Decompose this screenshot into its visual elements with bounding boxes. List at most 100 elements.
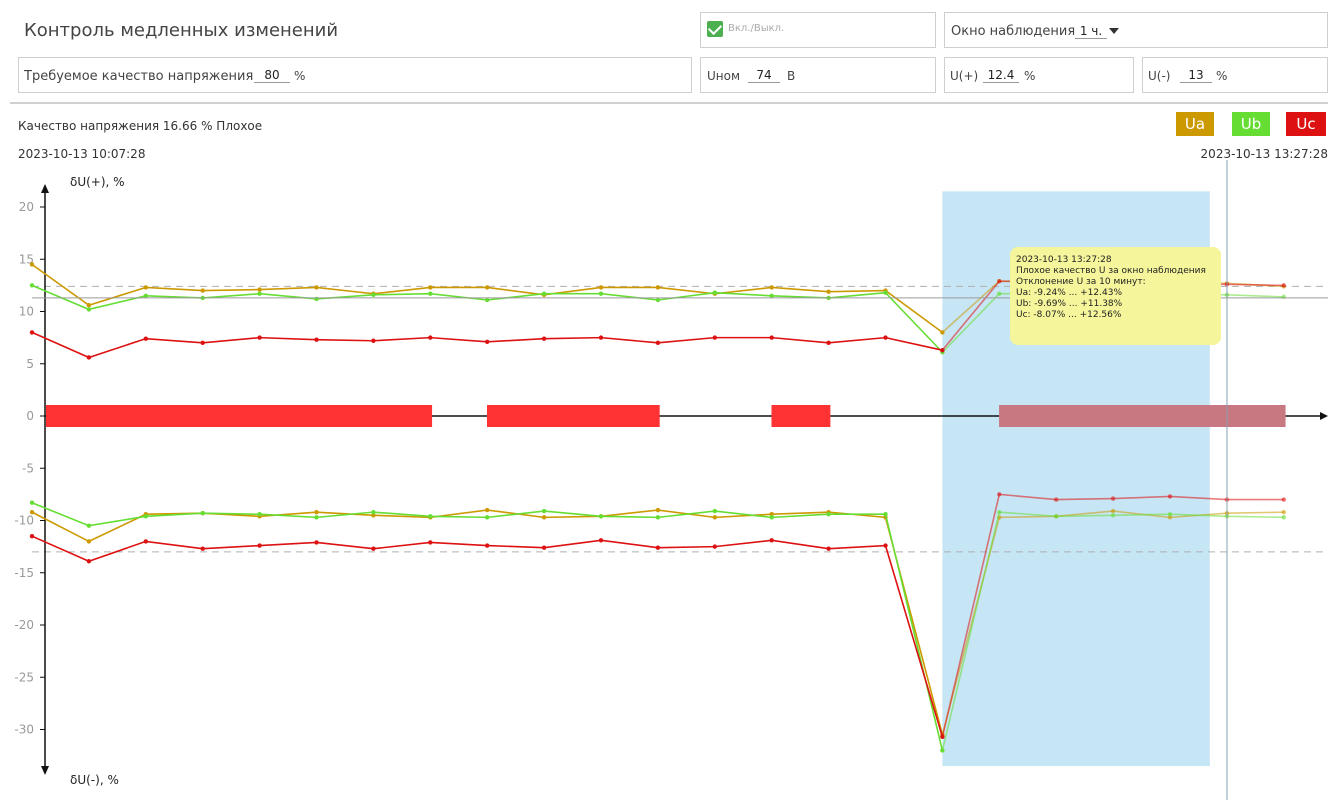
data-point — [86, 539, 92, 544]
data-point — [143, 285, 148, 290]
data-point — [940, 330, 945, 335]
divider — [10, 102, 1328, 104]
quality-status: Качество напряжения 16.66 % Плохое — [18, 119, 263, 133]
uplus-input[interactable]: 12.4 — [983, 68, 1019, 83]
data-point — [883, 335, 888, 340]
data-point — [1281, 509, 1287, 515]
data-point — [86, 307, 92, 312]
data-point — [485, 543, 490, 548]
data-point — [485, 285, 490, 290]
y-tick-label: -20 — [14, 618, 34, 632]
bad-quality-segment — [771, 405, 831, 427]
data-point — [655, 507, 661, 513]
data-point — [1281, 283, 1287, 288]
data-point — [257, 335, 262, 340]
data-point — [598, 514, 604, 519]
data-point — [826, 512, 831, 517]
series-line-uc — [31, 331, 943, 359]
y-tick-label: -10 — [14, 514, 34, 528]
uminus-label: U(-) — [1148, 69, 1171, 83]
data-point — [940, 748, 945, 753]
data-point — [428, 335, 433, 340]
bad-quality-segment — [999, 405, 1286, 427]
data-point — [1281, 515, 1287, 520]
data-point — [371, 338, 376, 343]
data-point — [200, 288, 205, 293]
data-point — [769, 515, 774, 520]
data-point — [598, 538, 604, 543]
data-point — [655, 515, 661, 520]
legend-ub-button[interactable]: Ub — [1232, 112, 1270, 136]
data-point — [712, 335, 717, 340]
y-tick-label: 0 — [26, 409, 34, 423]
time-start: 2023-10-13 10:07:28 — [18, 147, 146, 161]
y-tick-label: -5 — [22, 461, 34, 475]
y-axis-arrow-bottom — [41, 766, 49, 775]
data-point — [997, 509, 1002, 515]
data-point — [371, 546, 376, 551]
bad-quality-segment — [486, 405, 660, 427]
data-point — [29, 283, 35, 288]
chevron-down-icon[interactable] — [1109, 28, 1119, 34]
data-point — [769, 538, 774, 543]
unom-input[interactable]: 74 — [748, 68, 780, 83]
legend-ua-button[interactable]: Ua — [1176, 112, 1214, 136]
data-point — [826, 289, 831, 294]
data-point — [598, 285, 604, 290]
data-point — [598, 291, 604, 296]
window-value[interactable]: 1 ч. — [1075, 24, 1107, 39]
data-point — [997, 291, 1002, 296]
data-point — [29, 533, 35, 539]
uplus-unit: % — [1024, 69, 1036, 83]
y-axis-arrow-top — [41, 184, 49, 193]
data-point — [86, 559, 92, 564]
data-point — [997, 278, 1002, 284]
data-point — [371, 292, 376, 297]
data-point — [200, 546, 205, 551]
unom-label: Uном — [707, 69, 741, 83]
data-point — [712, 508, 717, 514]
data-point — [541, 336, 547, 341]
data-point — [428, 285, 433, 290]
unom-unit: В — [787, 69, 796, 83]
uminus-unit: % — [1216, 69, 1228, 83]
page-title: Контроль медленных изменений — [24, 20, 339, 41]
data-point — [143, 293, 148, 299]
quality-unit: % — [294, 69, 306, 83]
data-point — [314, 540, 319, 545]
tooltip-line: Ub: -9.69% ... +11.38% — [1016, 299, 1123, 309]
checkbox-icon[interactable] — [707, 21, 723, 37]
data-point — [826, 340, 831, 346]
data-point — [314, 285, 319, 290]
y-tick-label: 10 — [19, 305, 34, 319]
legend-uc-button[interactable]: Uc — [1286, 112, 1326, 136]
series-line-uc — [31, 535, 944, 738]
data-point — [1054, 497, 1059, 502]
data-point — [883, 543, 888, 548]
y-tick-label: -25 — [14, 670, 34, 684]
data-point — [257, 543, 262, 548]
data-point — [883, 290, 888, 295]
data-point — [428, 540, 433, 545]
data-point — [997, 492, 1002, 497]
data-point — [29, 509, 35, 515]
data-point — [769, 335, 774, 340]
y-tick-label: -15 — [14, 566, 34, 580]
data-point — [485, 297, 490, 303]
bad-quality-segment — [46, 405, 433, 427]
data-point — [655, 285, 661, 290]
series-line-ub — [31, 501, 944, 751]
data-point — [143, 514, 148, 519]
data-point — [541, 291, 547, 296]
tooltip-line: 2023-10-13 13:27:28 — [1016, 255, 1112, 265]
data-point — [769, 293, 774, 299]
data-point — [29, 330, 35, 335]
time-end: 2023-10-13 13:27:28 — [1200, 147, 1328, 161]
data-point — [143, 336, 148, 341]
uminus-input[interactable]: 13 — [1180, 68, 1212, 83]
tooltip-line: Uc: -8.07% ... +12.56% — [1016, 310, 1122, 320]
data-point — [712, 515, 717, 520]
quality-input[interactable]: 80 — [254, 68, 290, 83]
data-point — [29, 500, 35, 505]
y-axis-label-bottom: δU(-), % — [70, 773, 119, 787]
